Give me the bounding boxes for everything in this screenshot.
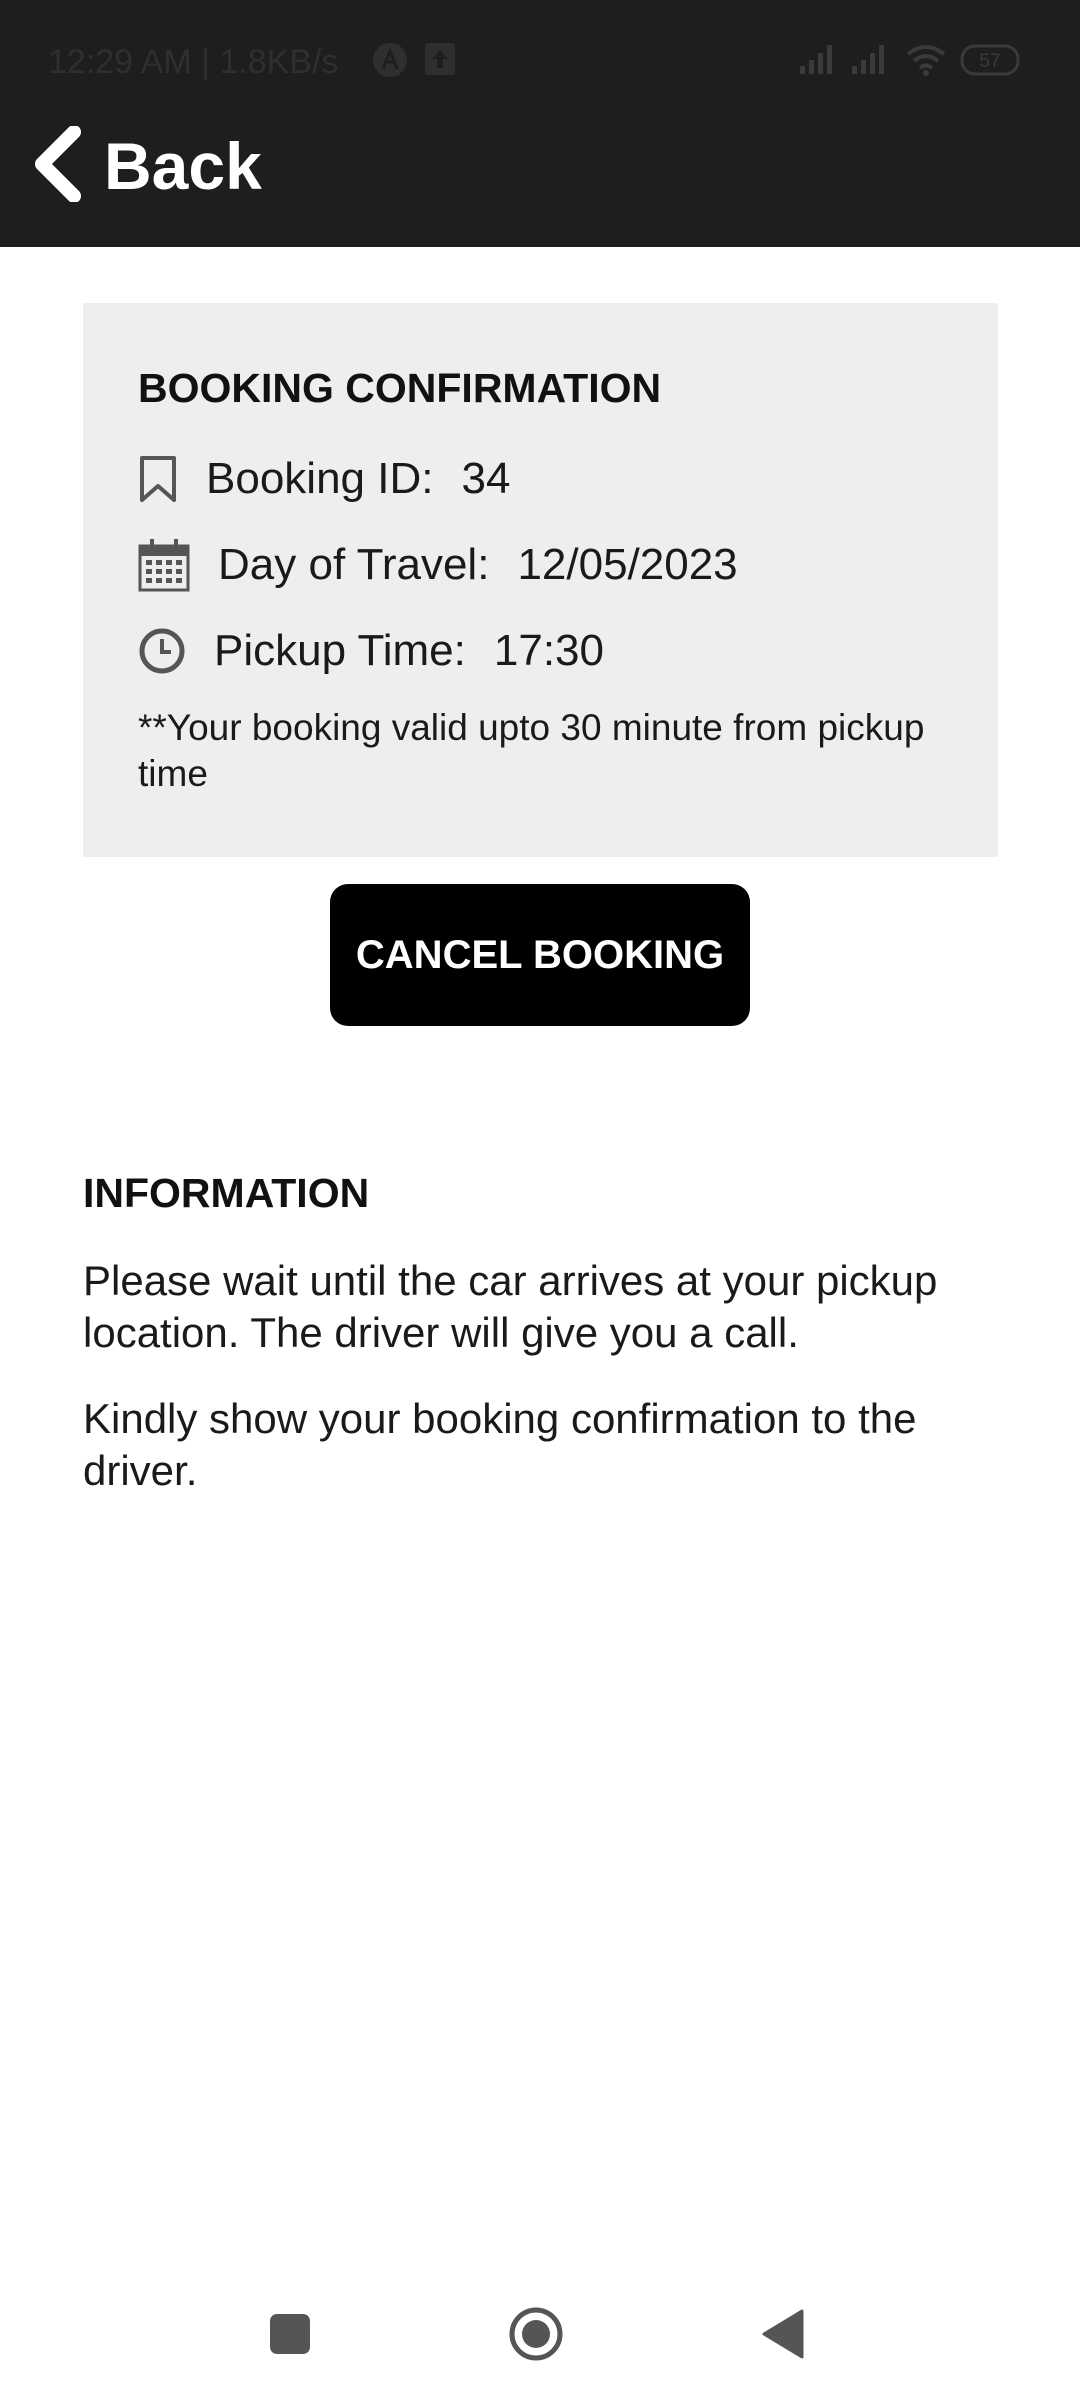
upload-icon xyxy=(424,42,456,81)
booking-id-label: Booking ID: xyxy=(206,454,434,503)
booking-id-value: 34 xyxy=(461,454,511,503)
app-a-icon xyxy=(372,42,408,83)
status-time: 12:29 AM | 1.8KB/s xyxy=(48,43,339,81)
booking-confirmation-card: BOOKING CONFIRMATION Booking ID: 34 Day … xyxy=(83,303,998,857)
status-bar: 12:29 AM | 1.8KB/s 57 xyxy=(0,0,1080,122)
home-icon[interactable] xyxy=(508,2306,564,2367)
back-button[interactable]: Back xyxy=(30,118,262,214)
chevron-left-icon xyxy=(30,124,82,207)
information-paragraph-1: Please wait until the car arrives at you… xyxy=(83,1257,938,1356)
app-header: 12:29 AM | 1.8KB/s 57 Back xyxy=(0,0,1080,247)
information-title: INFORMATION xyxy=(83,1170,370,1216)
booking-title: BOOKING CONFIRMATION xyxy=(138,365,662,411)
signal-icon xyxy=(798,42,838,81)
back-triangle-icon[interactable] xyxy=(760,2308,804,2365)
signal-icon xyxy=(850,42,890,81)
booking-validity-note: **Your booking valid upto 30 minute from… xyxy=(138,707,925,794)
wifi-icon xyxy=(906,42,946,81)
system-nav-bar xyxy=(0,2290,1080,2380)
pickup-time-row: Pickup Time: 17:30 xyxy=(138,621,604,681)
svg-text:57: 57 xyxy=(979,51,1000,72)
day-of-travel-value: 12/05/2023 xyxy=(517,540,738,589)
booking-id-row: Booking ID: 34 xyxy=(138,449,510,509)
information-paragraph-2: Kindly show your booking confirmation to… xyxy=(83,1395,917,1494)
cancel-booking-button[interactable]: CANCEL BOOKING xyxy=(330,884,750,1026)
pickup-time-label: Pickup Time: xyxy=(214,626,466,675)
back-label: Back xyxy=(104,129,262,203)
day-of-travel-row: Day of Travel: 12/05/2023 xyxy=(138,535,738,595)
calendar-icon xyxy=(138,538,190,592)
day-of-travel-label: Day of Travel: xyxy=(218,540,490,589)
battery-icon: 57 xyxy=(960,44,1020,81)
pickup-time-value: 17:30 xyxy=(493,626,604,675)
recent-apps-icon[interactable] xyxy=(269,2313,311,2360)
clock-icon xyxy=(138,627,186,675)
bookmark-icon xyxy=(138,455,178,503)
